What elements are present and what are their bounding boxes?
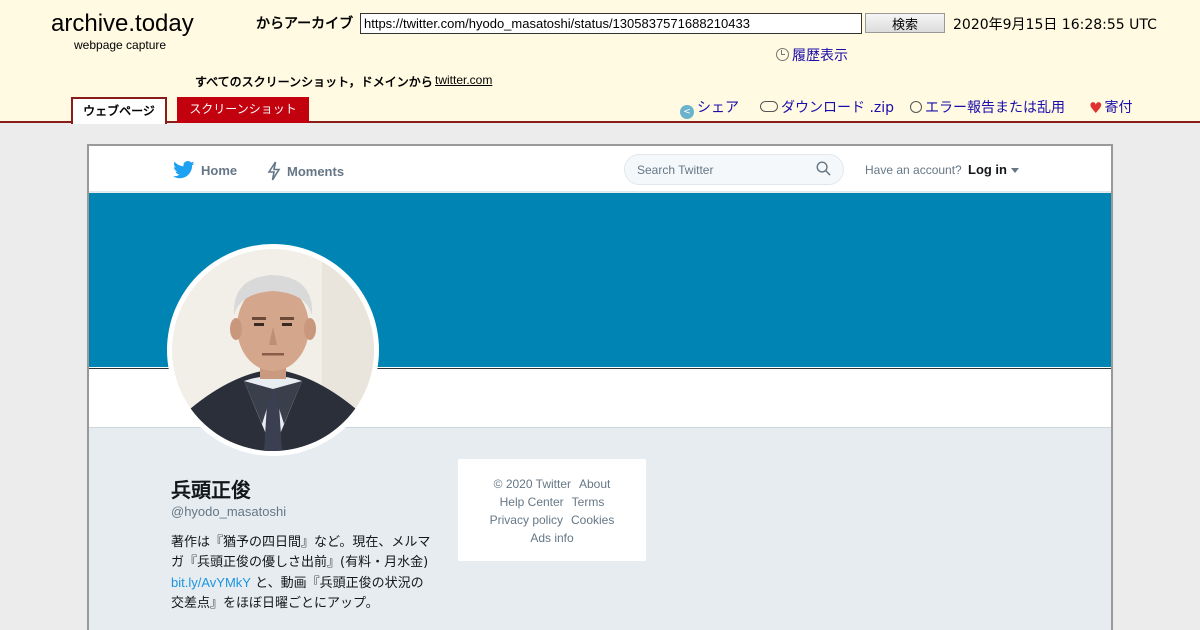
share-link[interactable]: < シェア xyxy=(680,97,739,119)
profile-handle[interactable]: @hyodo_masatoshi xyxy=(171,504,286,519)
lightbulb-icon xyxy=(910,101,922,113)
footer-privacy[interactable]: Privacy policy xyxy=(490,513,563,527)
profile-bio: 著作は『猶予の四日間』など。現在、メルマガ『兵頭正俊の優しさ出前』(有料・月水金… xyxy=(171,533,433,614)
report-link[interactable]: エラー報告または乱用 xyxy=(910,97,1065,117)
twitter-bird-icon xyxy=(173,161,195,179)
captured-page-frame: Home Moments Have an account? Log in xyxy=(87,144,1113,630)
tab-screenshot[interactable]: スクリーンショット xyxy=(177,97,309,123)
avatar-photo xyxy=(172,249,374,451)
download-link[interactable]: ダウンロード .zip xyxy=(760,97,894,117)
login-link[interactable]: Log in xyxy=(968,162,1007,177)
footer-row: Privacy policy Cookies xyxy=(458,511,646,529)
footer-row: © 2020 Twitter About xyxy=(458,475,646,493)
twitter-nav: Home Moments Have an account? Log in xyxy=(89,146,1111,192)
bio-text-start: 著作は『猶予の四日間』など。現在、メルマガ『兵頭正俊の優しさ出前』(有料・月水金… xyxy=(171,535,431,570)
twitter-footer: © 2020 Twitter About Help Center Terms Pri… xyxy=(458,459,646,561)
footer-terms[interactable]: Terms xyxy=(572,495,605,509)
share-icon: < xyxy=(680,105,694,119)
footer-cookies[interactable]: Cookies xyxy=(571,513,614,527)
archive-header: archive.today webpage capture からアーカイブ 検索… xyxy=(0,0,1200,124)
footer-ads[interactable]: Ads info xyxy=(530,531,573,545)
archive-label: からアーカイブ xyxy=(256,16,354,32)
footer-about[interactable]: About xyxy=(579,477,610,491)
footer-row: Help Center Terms xyxy=(458,493,646,511)
report-label: エラー報告または乱用 xyxy=(925,100,1065,116)
chevron-down-icon[interactable] xyxy=(1011,168,1019,173)
account-prompt: Have an account? xyxy=(865,163,962,177)
footer-row: Ads info xyxy=(458,529,646,547)
domain-link[interactable]: twitter.com xyxy=(435,73,492,87)
footer-copyright: © 2020 Twitter xyxy=(493,477,571,491)
domain-line: すべてのスクリーンショット，ドメインから xyxy=(195,75,433,89)
capture-date: 2020年9月15日 16:28:55 UTC xyxy=(953,17,1157,33)
nav-home-label: Home xyxy=(201,162,238,178)
lightning-icon xyxy=(267,161,281,181)
history-label: 履歴表示 xyxy=(792,48,848,64)
nav-moments-label: Moments xyxy=(287,163,345,179)
search-icon[interactable] xyxy=(816,161,831,176)
donate-label: 寄付 xyxy=(1104,100,1133,116)
avatar[interactable] xyxy=(167,244,379,456)
cloud-download-icon xyxy=(760,101,778,112)
clock-icon xyxy=(776,48,789,61)
profile-name[interactable]: 兵頭正俊 xyxy=(171,474,251,503)
tab-webpage[interactable]: ウェブページ xyxy=(71,97,167,124)
share-label: シェア xyxy=(697,100,739,116)
search-button[interactable]: 検索 xyxy=(865,13,945,33)
footer-help[interactable]: Help Center xyxy=(500,495,564,509)
heart-icon: ♥ xyxy=(1089,99,1103,117)
url-input[interactable] xyxy=(360,13,862,34)
download-label: ダウンロード .zip xyxy=(781,100,895,116)
nav-moments[interactable]: Moments xyxy=(267,161,344,181)
brand-subtitle: webpage capture xyxy=(74,38,167,52)
nav-home[interactable]: Home xyxy=(173,161,237,179)
history-link[interactable]: 履歴表示 xyxy=(776,45,848,65)
bio-link[interactable]: bit.ly/AvYMkY xyxy=(171,575,251,590)
twitter-search-input[interactable] xyxy=(624,154,844,185)
donate-link[interactable]: ♥ 寄付 xyxy=(1089,97,1132,117)
brand-title[interactable]: archive.today xyxy=(51,10,194,38)
